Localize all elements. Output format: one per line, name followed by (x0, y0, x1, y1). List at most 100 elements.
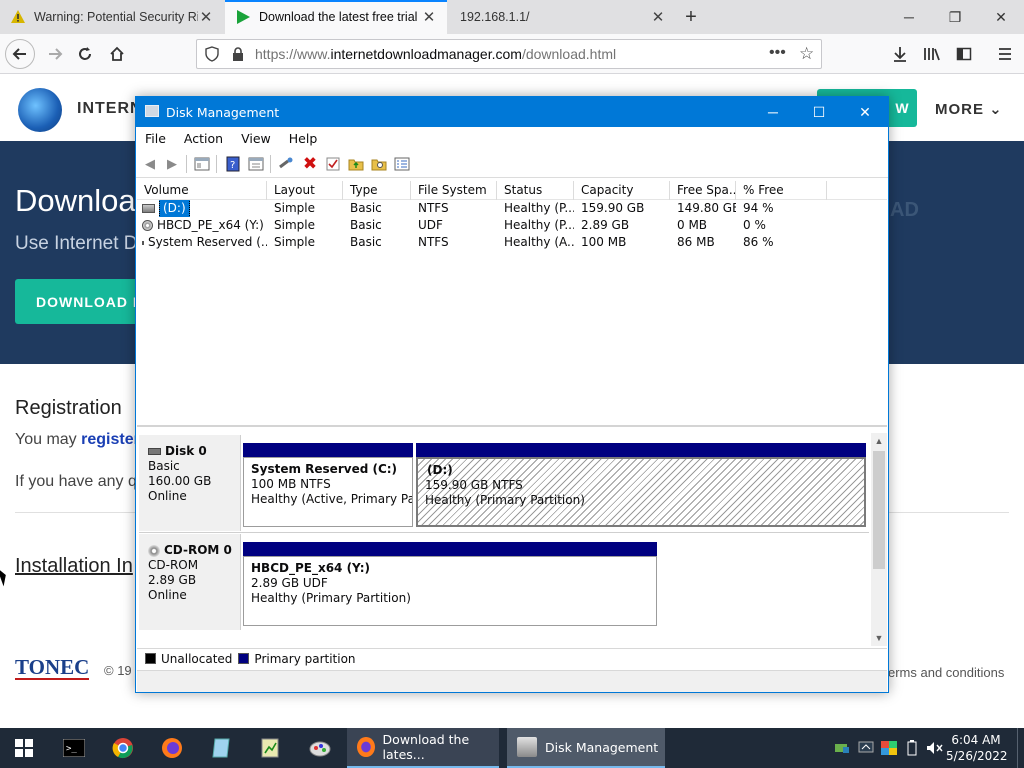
color-tray-icon[interactable] (879, 728, 899, 768)
col-percent-free[interactable]: % Free (736, 181, 827, 200)
table-row[interactable]: HBCD_PE_x64 (Y:) Simple Basic UDF Health… (137, 217, 887, 234)
connect-icon[interactable] (277, 155, 295, 173)
scroll-up-icon[interactable]: ▲ (871, 433, 887, 449)
menu-action[interactable]: Action (175, 131, 232, 146)
paint-icon[interactable] (296, 728, 344, 768)
chrome-icon[interactable] (99, 728, 147, 768)
url-bar[interactable]: https://www.internetdownloadmanager.com/… (196, 39, 822, 69)
reload-icon[interactable] (70, 39, 100, 69)
table-row[interactable]: System Reserved (... Simple Basic NTFS H… (137, 234, 887, 251)
taskbar-clock[interactable]: 6:04 AM 5/26/2022 (946, 732, 1008, 764)
col-type[interactable]: Type (343, 181, 411, 200)
minimize-icon[interactable]: ─ (886, 0, 932, 34)
partition-hbcd[interactable]: HBCD_PE_x64 (Y:) 2.89 GB UDF Healthy (Pr… (243, 556, 657, 626)
dm-toolbar: ◀ ▶ ? ✖ (136, 149, 888, 178)
tab-download[interactable]: Download the latest free trial v ✕ (225, 0, 447, 34)
list-view-icon[interactable] (393, 155, 411, 173)
terms-link[interactable]: erms and conditions (888, 665, 1004, 680)
primary-partition-bar (416, 443, 866, 457)
url-text: https://www.internetdownloadmanager.com/… (255, 46, 617, 62)
lock-icon[interactable] (231, 46, 245, 65)
folder-search-icon[interactable] (370, 155, 388, 173)
more-menu[interactable]: MORE ⌄ (935, 100, 1003, 118)
dm-minimize-icon[interactable]: ─ (750, 97, 796, 127)
menu-file[interactable]: File (136, 131, 175, 146)
forward-arrow-icon[interactable] (40, 39, 70, 69)
dm-close-icon[interactable]: ✕ (842, 97, 888, 127)
close-tab-icon[interactable]: ✕ (198, 8, 214, 26)
folder-up-icon[interactable] (347, 155, 365, 173)
partition-system-reserved[interactable]: System Reserved (C:) 100 MB NTFS Healthy… (243, 457, 413, 527)
windows-start-icon[interactable] (0, 728, 48, 768)
idm-globe-logo-icon[interactable] (18, 88, 62, 132)
close-tab-icon[interactable]: ✕ (650, 8, 666, 26)
back-icon[interactable]: ◀ (141, 155, 159, 173)
close-tab-icon[interactable]: ✕ (421, 8, 437, 26)
show-desktop-button[interactable] (1017, 728, 1018, 768)
network-tray-icon[interactable] (832, 728, 852, 768)
back-arrow-icon[interactable] (5, 39, 35, 69)
scroll-down-icon[interactable]: ▼ (871, 630, 887, 646)
taskbar-firefox-window[interactable]: Download the lates... (347, 728, 499, 768)
cdrom-0-partitions: HBCD_PE_x64 (Y:) 2.89 GB UDF Healthy (Pr… (243, 534, 663, 630)
show-hide-console-icon[interactable] (193, 155, 211, 173)
dm-title: Disk Management (166, 105, 280, 120)
shield-icon[interactable] (204, 46, 220, 65)
battery-tray-icon[interactable] (902, 728, 922, 768)
firefox-icon[interactable] (148, 728, 196, 768)
drive-icon (142, 240, 144, 245)
cdrom-0-label[interactable]: CD-ROM 0 CD-ROM 2.89 GB Online (139, 534, 241, 630)
partition-d[interactable]: (D:) 159.90 GB NTFS Healthy (Primary Par… (416, 457, 866, 527)
table-row[interactable]: (D:) Simple Basic NTFS Healthy (P... 159… (137, 200, 887, 217)
col-file-system[interactable]: File System (411, 181, 497, 200)
taskbar-disk-management-window[interactable]: Disk Management (507, 728, 665, 768)
col-free-space[interactable]: Free Spa... (670, 181, 736, 200)
cd-rom-icon (148, 544, 160, 557)
tab-router[interactable]: 192.168.1.1/ ✕ (448, 0, 676, 34)
delete-icon[interactable]: ✖ (301, 154, 319, 173)
register-link[interactable]: register (81, 431, 140, 448)
disk-management-app-icon (517, 737, 537, 757)
properties-icon[interactable] (247, 155, 265, 173)
disk-0-label[interactable]: Disk 0 Basic 160.00 GB Online (139, 435, 241, 531)
home-icon[interactable] (102, 39, 132, 69)
task-manager-icon[interactable] (246, 728, 294, 768)
command-prompt-icon[interactable]: >_ (50, 728, 98, 768)
hero-title: Downloa (15, 183, 136, 218)
mouse-cursor-icon (0, 565, 10, 587)
svg-text:>_: >_ (66, 744, 77, 754)
tab-security-warning[interactable]: Warning: Potential Security Ris ✕ (0, 0, 224, 34)
menu-view[interactable]: View (232, 131, 280, 146)
browser-nav-bar: https://www.internetdownloadmanager.com/… (0, 34, 1024, 74)
col-capacity[interactable]: Capacity (574, 181, 670, 200)
installation-heading[interactable]: Installation In (15, 555, 133, 578)
dm-menu-bar: File Action View Help (136, 127, 888, 149)
downloads-icon[interactable] (885, 39, 915, 69)
help-icon[interactable]: ? (224, 155, 242, 173)
graph-scrollbar[interactable]: ▲ ▼ (871, 433, 887, 646)
col-layout[interactable]: Layout (267, 181, 343, 200)
volume-muted-icon[interactable] (924, 728, 946, 768)
notepad-icon[interactable] (197, 728, 245, 768)
restore-icon[interactable]: ❐ (932, 0, 978, 34)
check-icon[interactable] (324, 155, 342, 173)
close-window-icon[interactable]: ✕ (978, 0, 1024, 34)
site-brand[interactable]: INTERN (77, 100, 143, 118)
dm-title-bar[interactable]: Disk Management ─ ☐ ✕ (136, 97, 888, 127)
display-tray-icon[interactable] (856, 728, 876, 768)
page-actions-icon[interactable]: ••• (769, 44, 786, 62)
col-volume[interactable]: Volume (137, 181, 267, 200)
disk-management-app-icon (145, 105, 159, 117)
tonec-logo[interactable]: TONEC (15, 656, 90, 680)
library-icon[interactable] (917, 39, 947, 69)
menu-help[interactable]: Help (280, 131, 327, 146)
cd-drive-icon (142, 220, 153, 231)
forward-icon[interactable]: ▶ (163, 155, 181, 173)
dm-maximize-icon[interactable]: ☐ (796, 97, 842, 127)
bookmark-star-icon[interactable]: ☆ (799, 44, 814, 64)
sidebar-icon[interactable] (949, 39, 979, 69)
scroll-thumb[interactable] (873, 451, 885, 569)
col-status[interactable]: Status (497, 181, 574, 200)
hamburger-menu-icon[interactable] (990, 39, 1020, 69)
new-tab-icon[interactable]: + (677, 0, 705, 34)
